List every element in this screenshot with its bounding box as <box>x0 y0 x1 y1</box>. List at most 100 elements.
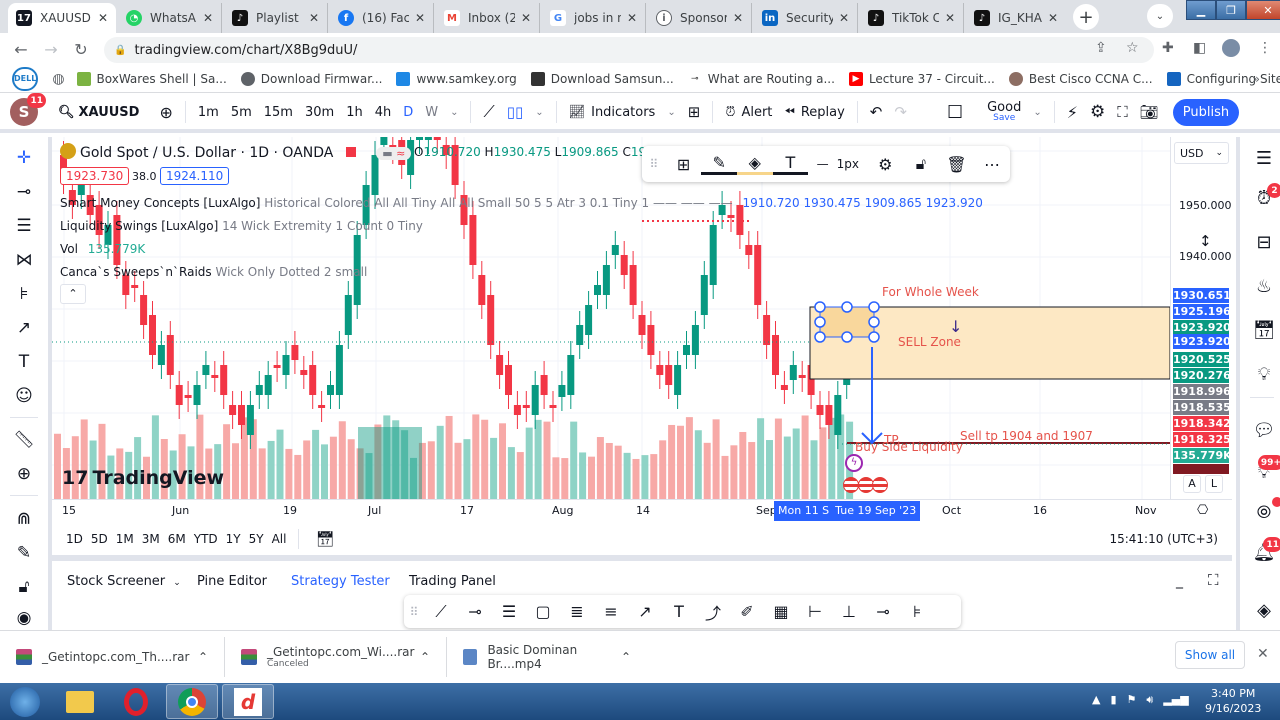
layout-dropdown[interactable]: ⌄ <box>1027 107 1047 118</box>
back-button[interactable]: ← <box>6 40 36 59</box>
interval-5m[interactable]: 5m <box>225 105 258 120</box>
redo-button[interactable]: ↷ <box>888 103 913 121</box>
fib-retracement-icon[interactable]: ≣ <box>560 602 594 621</box>
chevron-up-icon[interactable]: ⌃ <box>621 650 631 664</box>
close-tab-icon[interactable]: ✕ <box>415 11 425 25</box>
fullscreen-button[interactable]: ⛶ <box>1111 103 1134 121</box>
profile-avatar[interactable] <box>1222 39 1240 57</box>
hotlists-button[interactable]: ♨ <box>1244 269 1280 303</box>
log-scale-button[interactable]: L <box>1205 475 1223 493</box>
interval-15m[interactable]: 15m <box>258 105 299 120</box>
tab-search-button[interactable]: ⌄ <box>1147 4 1173 28</box>
bookmark-item[interactable]: www.samkey.org <box>396 71 517 86</box>
close-tab-icon[interactable]: ✕ <box>839 11 849 25</box>
rectangle-icon[interactable]: ▢ <box>526 602 560 621</box>
range-5d[interactable]: 5D <box>91 532 108 546</box>
dell-logo[interactable]: DELL <box>12 66 39 91</box>
avatar[interactable]: S 11 <box>10 93 46 126</box>
lock-object-button[interactable]: 🔓︎ <box>903 154 939 174</box>
close-tab-icon[interactable]: ✕ <box>733 11 743 25</box>
us-flag-event-icon[interactable] <box>843 477 859 493</box>
template-button[interactable]: ⊞ <box>666 155 702 174</box>
taskbar-app-d[interactable]: d <box>222 684 274 719</box>
crosshair-tool[interactable]: ✛ <box>0 143 48 173</box>
new-tab-button[interactable]: + <box>1073 4 1099 30</box>
zoom-in-tool[interactable]: ⊕ <box>0 459 48 489</box>
interval-4h[interactable]: 4h <box>369 105 398 120</box>
delete-object-button[interactable]: 🗑︎ <box>939 155 975 174</box>
close-tab-icon[interactable]: ✕ <box>945 11 955 25</box>
chevron-up-icon[interactable]: ⌃ <box>420 650 430 664</box>
tab-gmail[interactable]: MInbox (26✕ <box>436 3 540 33</box>
start-button[interactable] <box>0 684 50 719</box>
lock-all-tool[interactable]: 🔓︎ <box>0 572 48 602</box>
extensions-icon[interactable]: ✚ <box>1162 40 1174 56</box>
tab-stock-screener[interactable]: Stock Screener ⌄ <box>67 574 181 589</box>
globe-icon[interactable]: ◍ <box>52 71 64 87</box>
tab-whatsapp[interactable]: ◔WhatsAp✕ <box>118 3 222 33</box>
trend-line-icon[interactable]: ⟋ <box>424 602 458 622</box>
range-6m[interactable]: 6M <box>168 532 186 546</box>
auto-scale-button[interactable]: A <box>1183 475 1201 493</box>
close-downloads-icon[interactable]: ✕ <box>1257 646 1269 662</box>
hide-drawings-tool[interactable]: ◉ <box>0 603 48 633</box>
chart-pane[interactable]: Gold Spot / U.S. Dollar · 1D · OANDA ▬ ≈… <box>52 137 1170 499</box>
range-1y[interactable]: 1Y <box>226 532 241 546</box>
interval-d[interactable]: D <box>397 105 419 120</box>
annotation-sell-zone[interactable]: SELL Zone <box>898 335 961 349</box>
range-ytd[interactable]: YTD <box>194 532 218 546</box>
download-item[interactable]: _Getintopc.com_Wi....rar Canceled ⌃ <box>225 637 447 677</box>
drag-handle-icon[interactable]: ⠿ <box>404 605 424 619</box>
interval-1m[interactable]: 1m <box>192 105 225 120</box>
bookmark-item[interactable]: ⊸ What are Routing a... <box>687 71 835 86</box>
interval-w[interactable]: W <box>419 105 444 120</box>
calendar-button[interactable]: 📅︎ <box>1244 313 1280 347</box>
maximize-panel-button[interactable]: ⛶ <box>1208 571 1219 589</box>
indicator-legend-smc[interactable]: Smart Money Concepts [LuxAlgo] Historica… <box>60 196 983 210</box>
side-panel-icon[interactable]: ◧ <box>1193 40 1206 56</box>
trend-line-tool[interactable]: ⊸ <box>0 177 48 207</box>
download-item[interactable]: _Getintopc.com_Th....rar ⌃ <box>0 637 225 677</box>
range-all[interactable]: All <box>272 532 287 546</box>
tab-strategy-tester[interactable]: Strategy Tester <box>291 574 390 589</box>
taskbar-clock[interactable]: 3:40 PM 9/16/2023 <box>1205 686 1261 716</box>
reload-button[interactable]: ↻ <box>66 40 96 59</box>
tab-linkedin[interactable]: in Security ✕ <box>754 3 858 33</box>
menu-dots-icon[interactable]: ⋮ <box>1258 40 1272 56</box>
url-bar[interactable]: 🔒 tradingview.com/chart/X8Bg9duU/ <box>104 37 1154 63</box>
annotation-for-whole-week[interactable]: For Whole Week <box>882 285 979 299</box>
layers-button[interactable]: ◈ <box>1244 593 1280 627</box>
taskbar-chrome[interactable] <box>166 684 218 719</box>
publish-button[interactable]: Publish <box>1172 98 1240 126</box>
chart-type-dropdown[interactable]: ⌄ <box>529 107 549 118</box>
close-tab-icon[interactable]: ✕ <box>98 11 108 25</box>
indicators-dropdown[interactable]: ⌄ <box>661 107 681 118</box>
currency-selector[interactable]: USD ⌄ <box>1174 142 1229 164</box>
us-flag-event-icon[interactable] <box>872 477 888 493</box>
parallel-channel-icon[interactable]: ☰ <box>492 602 526 621</box>
network-signal-icon[interactable]: ▂▄▆ <box>1163 693 1188 707</box>
interval-30m[interactable]: 30m <box>299 105 340 120</box>
event-lightning-icon[interactable]: ϟ <box>845 454 863 472</box>
multiple-charts-button[interactable]: ☐ <box>941 102 969 123</box>
settings-button[interactable]: ⚙ <box>1084 102 1111 122</box>
measure-tool[interactable]: 📏︎ <box>0 425 48 455</box>
tab-google[interactable]: Gjobs in n ✕ <box>542 3 646 33</box>
tab-pine-editor[interactable]: Pine Editor <box>197 574 267 589</box>
download-item[interactable]: Basic Dominan Br....mp4 ⌃ <box>447 637 647 677</box>
collapse-legend-button[interactable]: ⌃ <box>60 284 86 304</box>
bookmark-item[interactable]: Configuring Site to... <box>1166 71 1280 86</box>
tab-tiktok[interactable]: ♪TikTok Cr✕ <box>860 3 964 33</box>
minimize-button[interactable]: ▁ <box>1186 0 1216 20</box>
undo-button[interactable]: ↶ <box>864 103 889 121</box>
minimize-panel-button[interactable]: _ <box>1176 573 1183 589</box>
buy-price-button[interactable]: 1924.110 <box>160 167 230 185</box>
chats-button[interactable]: 💬︎ <box>1244 413 1280 447</box>
indicator-legend-vol[interactable]: Vol 135.779K <box>60 242 145 256</box>
window-close-button[interactable]: ✕ <box>1246 0 1280 20</box>
taskbar-explorer[interactable] <box>54 684 106 719</box>
share-icon[interactable]: ⇪ <box>1095 40 1107 56</box>
live-streams-button[interactable]: ⦾ <box>1244 495 1280 529</box>
alert-button[interactable]: ⏰︎ Alert <box>719 105 778 120</box>
tab-sponsors[interactable]: iSponsors✕ <box>648 3 752 33</box>
